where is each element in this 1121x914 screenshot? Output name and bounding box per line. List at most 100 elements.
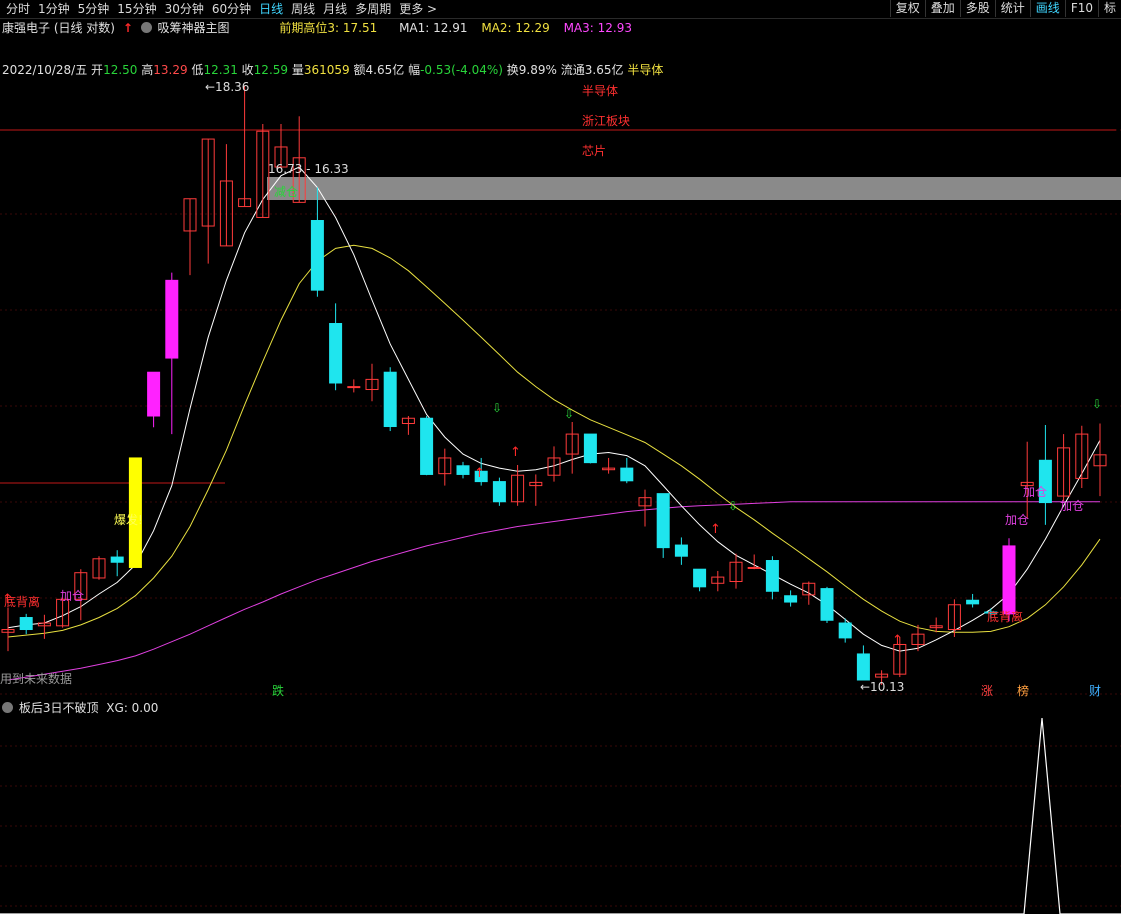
period-toolbar: 分时 1分钟 5分钟 15分钟 30分钟 60分钟 日线 周线 月线 多周期 更多 > 复权 叠加 多股… bbox=[0, 0, 1121, 19]
future-data-notice: 用到未来数据 bbox=[0, 671, 72, 686]
tool-tab-6[interactable]: 标 bbox=[1097, 0, 1121, 17]
sector-value: 半导体 bbox=[627, 63, 664, 77]
candle-body bbox=[1002, 545, 1016, 615]
grid-lines bbox=[0, 129, 1121, 695]
sell-arrow-icon: ⇩ bbox=[564, 407, 574, 421]
candle-body bbox=[165, 279, 179, 359]
tool-tab-2[interactable]: 多股 bbox=[959, 0, 995, 17]
tool-tab-5[interactable]: F10 bbox=[1064, 0, 1098, 17]
close-value: 12.59 bbox=[253, 63, 289, 77]
dropdown-circle-icon[interactable] bbox=[140, 22, 152, 33]
period-tab-4[interactable]: 30分钟 bbox=[161, 0, 208, 18]
sector-tag-1: 浙江板块 bbox=[582, 114, 630, 128]
sub-indicator-header: 板后3日不破顶 XG: 0.00 bbox=[2, 701, 158, 715]
change-label: 幅 bbox=[408, 63, 421, 77]
period-tab-5[interactable]: 60分钟 bbox=[208, 0, 255, 18]
candle-body bbox=[693, 568, 707, 588]
candle-body bbox=[856, 653, 870, 681]
candle-body bbox=[147, 371, 161, 417]
open-value: 12.50 bbox=[103, 63, 138, 77]
candle-body bbox=[820, 588, 834, 621]
candle-body bbox=[784, 595, 798, 603]
candle-body bbox=[310, 220, 324, 291]
low-value: 12.31 bbox=[203, 63, 238, 77]
xg-signal-line bbox=[0, 717, 1121, 914]
add-position-label-3: 加仓 bbox=[1023, 485, 1047, 499]
candle-body bbox=[583, 433, 597, 464]
candle-body bbox=[765, 560, 779, 592]
ma2-value: MA2: 12.29 bbox=[481, 21, 550, 35]
candle-body bbox=[620, 467, 634, 482]
period-tab-8[interactable]: 月线 bbox=[319, 0, 351, 18]
sector-tag-2: 芯片 bbox=[582, 144, 606, 158]
period-tabs: 分时 1分钟 5分钟 15分钟 30分钟 60分钟 日线 周线 月线 多周期 更多 > bbox=[2, 0, 441, 18]
candle-body bbox=[674, 544, 688, 557]
high-price-label: ←18.36 bbox=[205, 80, 249, 94]
main-indicator-name[interactable]: 吸筹神器主图 bbox=[158, 21, 230, 35]
add-position-label: 加仓 bbox=[60, 589, 84, 603]
candle-body bbox=[492, 481, 506, 503]
change-value: -0.53(-4.04%) bbox=[420, 63, 503, 77]
period-tab-0[interactable]: 分时 bbox=[2, 0, 34, 18]
kline-chart[interactable]: 半导体浙江板块芯片←18.3616.73 - 16.33←10.13底背离底背离… bbox=[0, 80, 1121, 700]
turnover-value: 换9.89% bbox=[506, 63, 557, 77]
volume-label: 量 bbox=[291, 63, 304, 77]
buy-arrow-icon: ↑ bbox=[2, 592, 13, 607]
candle-body bbox=[966, 599, 980, 605]
tool-tab-1[interactable]: 叠加 bbox=[924, 0, 960, 17]
volume-value: 361059 bbox=[303, 63, 350, 77]
low-price-label: ←10.13 bbox=[860, 680, 904, 694]
range-price-label: 16.73 - 16.33 bbox=[268, 162, 349, 176]
tool-tab-4[interactable]: 画线 bbox=[1029, 0, 1065, 17]
period-tab-1[interactable]: 1分钟 bbox=[34, 0, 74, 18]
buy-arrow-icon: ↑ bbox=[892, 633, 903, 648]
open-label: 开 bbox=[91, 63, 104, 77]
ma3-line bbox=[7, 501, 1100, 681]
stock-name: 康强电子 (日线 对数) bbox=[2, 21, 115, 35]
indicator-dropdown-icon[interactable] bbox=[2, 702, 13, 713]
sub-indicator-name[interactable]: 板后3日不破顶 bbox=[19, 701, 99, 715]
low-label: 低 bbox=[191, 63, 204, 77]
candle-body bbox=[838, 622, 852, 639]
candle-body bbox=[347, 386, 361, 389]
sub-indicator-value: XG: 0.00 bbox=[106, 701, 159, 715]
bottom-divergence-label-2: 底背离 bbox=[987, 609, 1023, 624]
candle-body bbox=[19, 617, 33, 631]
high-label: 高 bbox=[141, 63, 154, 77]
prev-high-value: 前期高位3: 17.51 bbox=[279, 21, 378, 35]
tool-tab-0[interactable]: 复权 bbox=[889, 0, 925, 17]
add-position-label-4: 加仓 bbox=[1060, 499, 1084, 513]
amount-value: 额4.65亿 bbox=[353, 63, 405, 77]
period-tab-7[interactable]: 周线 bbox=[287, 0, 319, 18]
period-tab-10[interactable]: 更多 > bbox=[395, 0, 441, 18]
candle-body bbox=[747, 566, 761, 569]
badge-cai: 财 bbox=[1089, 684, 1101, 698]
candle-body bbox=[383, 371, 397, 428]
sub-grid-lines bbox=[0, 745, 1121, 907]
breakout-label: 爆发! bbox=[114, 512, 143, 527]
sub-indicator-chart bbox=[0, 717, 1121, 914]
red-up-arrow-icon[interactable]: ↑ bbox=[123, 21, 133, 35]
tool-tabs: 复权 叠加 多股 统计 画线 F10 标 bbox=[889, 0, 1121, 18]
period-tab-9[interactable]: 多周期 bbox=[351, 0, 395, 18]
candle-body bbox=[456, 465, 470, 475]
badge-bang: 榜 bbox=[1017, 683, 1029, 698]
quote-info-row: 2022/10/28/五 开12.50 高13.29 低12.31 收12.59… bbox=[2, 62, 663, 78]
period-tab-6[interactable]: 日线 bbox=[255, 0, 287, 18]
high-value: 13.29 bbox=[153, 63, 188, 77]
add-position-label-2: 加仓 bbox=[1005, 513, 1029, 527]
sell-arrow-icon: ⇩ bbox=[1092, 397, 1102, 411]
candle-body bbox=[420, 417, 434, 475]
candle-body bbox=[656, 493, 670, 549]
badge-zhang: 涨 bbox=[981, 683, 993, 698]
title-row: 康强电子 (日线 对数) ↑ 吸筹神器主图 前期高位3: 17.51 MA1: … bbox=[2, 20, 632, 36]
tool-tab-3[interactable]: 统计 bbox=[994, 0, 1030, 17]
buy-arrow-icon: ↑ bbox=[710, 522, 721, 537]
candles bbox=[1, 86, 1107, 685]
ma3-value: MA3: 12.93 bbox=[563, 21, 632, 35]
close-label: 收 bbox=[241, 63, 254, 77]
sell-arrow-icon: ⇩ bbox=[728, 499, 738, 513]
period-tab-3[interactable]: 15分钟 bbox=[113, 0, 160, 18]
period-tab-2[interactable]: 5分钟 bbox=[74, 0, 114, 18]
sell-arrow-icon: ⇩ bbox=[492, 401, 502, 415]
